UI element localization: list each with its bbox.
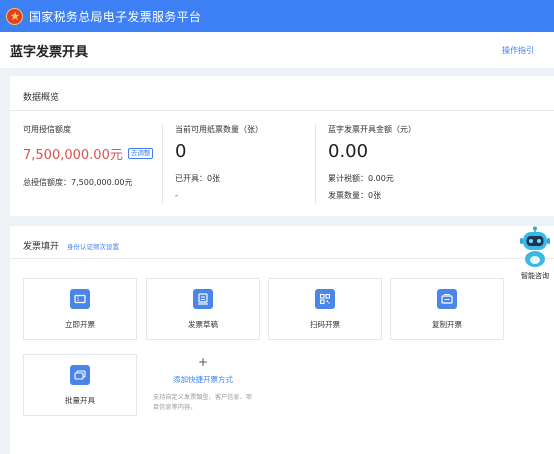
add-quick-issue-button[interactable]: + 添加快捷开票方式 支持自定义发票類型、客户信息、项目信息等内容。 bbox=[148, 354, 258, 438]
robot-icon bbox=[520, 226, 550, 267]
scan-code-card[interactable]: 扫码开票 bbox=[268, 278, 382, 340]
operation-guide-link[interactable]: 操作指引 bbox=[502, 45, 534, 56]
identity-verification-settings-link[interactable]: 身份认证频次设置 bbox=[67, 241, 119, 251]
divider bbox=[10, 258, 554, 259]
plus-icon: + bbox=[197, 355, 209, 369]
credit-column: 可用授信额度 7,500,000.00元 去调整 bbox=[23, 124, 154, 163]
card-label: 扫码开票 bbox=[310, 320, 340, 329]
count-line: 发票数量：0张 bbox=[328, 190, 381, 201]
amount-value: 0.00 bbox=[328, 141, 369, 162]
draft-icon bbox=[193, 289, 213, 309]
issue-now-card[interactable]: 立即开票 bbox=[23, 278, 137, 340]
tax-value: 0.00元 bbox=[368, 174, 394, 183]
count-value: 0张 bbox=[368, 191, 382, 200]
ticket-icon bbox=[70, 289, 90, 309]
top-bar: 国家税务总局电子发票服务平台 bbox=[0, 0, 554, 32]
card-label: 立即开票 bbox=[65, 320, 95, 329]
invoice-draft-card[interactable]: 发票草稿 bbox=[146, 278, 260, 340]
amount-column: 蓝字发票开具金额（元） 0.00 bbox=[328, 124, 416, 162]
credit-label: 可用授信额度 bbox=[23, 125, 71, 134]
batch-icon bbox=[70, 365, 90, 385]
page-title: 蓝字发票开具 bbox=[10, 44, 89, 60]
paper-dash: - bbox=[175, 191, 178, 200]
qr-code-icon bbox=[315, 289, 335, 309]
smart-consult-label: 智能咨询 bbox=[521, 272, 549, 280]
add-quick-issue-label: 添加快捷开票方式 bbox=[173, 375, 233, 384]
total-credit-label: 总授信额度： bbox=[23, 178, 71, 187]
card-label: 发票草稿 bbox=[188, 320, 218, 329]
page-header: 蓝字发票开具 操作指引 bbox=[0, 32, 554, 68]
copy-invoice-card[interactable]: 复制开票 bbox=[390, 278, 504, 340]
credit-value: 7,500,000.00元 bbox=[23, 148, 123, 163]
data-overview-panel: 数据概览 可用授信额度 7,500,000.00元 去调整 总授信额度：7,50… bbox=[10, 76, 554, 216]
tax-label: 累计税额： bbox=[328, 174, 368, 183]
column-divider bbox=[162, 124, 163, 204]
paper-count-value: 0 bbox=[175, 141, 187, 162]
invoice-fill-panel: 发票填开 身份认证频次设置 立即开票 发票草稿 扫码开票 复制开票 批量开具 + bbox=[10, 226, 554, 454]
issued-line: 已开具：0张 bbox=[175, 173, 220, 184]
card-label: 批量开具 bbox=[65, 396, 95, 405]
smart-consult-button[interactable]: 智能咨询 bbox=[516, 226, 554, 288]
batch-issue-card[interactable]: 批量开具 bbox=[23, 354, 137, 416]
paper-column: 当前可用纸票数量（张） 0 bbox=[175, 124, 263, 162]
card-label: 复制开票 bbox=[432, 320, 462, 329]
column-divider bbox=[315, 124, 316, 204]
issued-label: 已开具： bbox=[175, 174, 207, 183]
platform-title: 国家税务总局电子发票服务平台 bbox=[29, 9, 202, 24]
count-label: 发票数量： bbox=[328, 191, 368, 200]
paper-label: 当前可用纸票数量（张） bbox=[175, 125, 263, 134]
total-credit-value: 7,500,000.00元 bbox=[71, 178, 133, 187]
data-overview-title: 数据概览 bbox=[23, 93, 60, 103]
total-credit-line: 总授信额度：7,500,000.00元 bbox=[23, 177, 132, 188]
adjust-credit-button[interactable]: 去调整 bbox=[127, 148, 154, 159]
divider bbox=[10, 110, 554, 111]
issued-value: 0张 bbox=[207, 174, 221, 183]
amount-label: 蓝字发票开具金额（元） bbox=[328, 125, 416, 134]
add-quick-issue-description: 支持自定义发票類型、客户信息、项目信息等内容。 bbox=[153, 394, 252, 411]
credit-value-row: 7,500,000.00元 去调整 bbox=[23, 144, 154, 163]
invoice-fill-header: 发票填开 身份认证频次设置 bbox=[23, 239, 119, 252]
copy-icon bbox=[437, 289, 457, 309]
invoice-fill-title: 发票填开 bbox=[23, 242, 60, 252]
tax-line: 累计税额：0.00元 bbox=[328, 173, 394, 184]
tax-emblem-icon bbox=[6, 7, 23, 25]
